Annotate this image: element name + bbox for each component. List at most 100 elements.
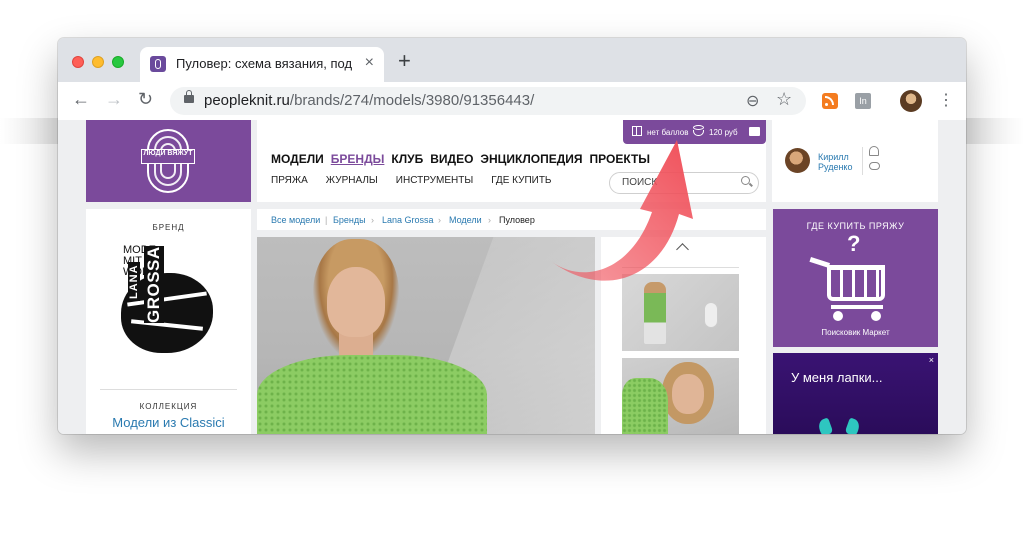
bell-icon[interactable] — [869, 146, 879, 156]
site-favicon-icon — [150, 56, 166, 72]
breadcrumb-models[interactable]: Модели — [449, 215, 482, 225]
breadcrumb-separator: › — [371, 215, 374, 225]
search-icon[interactable] — [741, 176, 750, 185]
sub-nav: ПРЯЖА ЖУРНАЛЫ ИНСТРУМЕНТЫ ГДЕ КУПИТЬ — [271, 175, 570, 186]
url-domain: peopleknit.ru — [204, 92, 290, 109]
collection-link[interactable]: Модели из Classici — [86, 415, 251, 430]
logo-text: ЛЮДИ ВЯЖУТ — [141, 149, 195, 164]
ad-close-icon[interactable]: × — [929, 355, 934, 365]
nav-yarn[interactable]: ПРЯЖА — [271, 175, 308, 186]
back-icon[interactable]: ← — [72, 89, 90, 110]
tab-title: Пуловер: схема вязания, подр — [176, 56, 352, 71]
cart-base — [831, 305, 883, 309]
nav-club[interactable]: КЛУБ — [391, 152, 423, 166]
nav-where-to-buy[interactable]: ГДЕ КУПИТЬ — [491, 175, 551, 186]
site-logo[interactable]: ЛЮДИ ВЯЖУТ — [86, 120, 251, 202]
collection-label: КОЛЛЕКЦИЯ — [139, 402, 198, 411]
user-panel: Кирилл Руденко — [772, 120, 938, 202]
points-bar[interactable]: нет баллов 120 руб — [623, 120, 766, 144]
cart-basket — [827, 265, 885, 301]
chat-icon[interactable] — [869, 162, 880, 170]
cart-icon — [809, 257, 899, 323]
url-path: /brands/274/models/3980/91356443/ — [289, 92, 535, 109]
wallet-icon[interactable] — [749, 127, 760, 136]
photo-model-face — [327, 267, 385, 337]
thumbnail-strip — [601, 237, 766, 434]
breadcrumb-separator: › — [438, 215, 441, 225]
forward-icon[interactable]: → — [105, 89, 123, 110]
reload-icon[interactable]: ↻ — [138, 89, 153, 110]
buy-panel-subtitle: Поисковик Маркет — [821, 328, 890, 337]
breadcrumb-all-models[interactable]: Все модели — [271, 215, 320, 225]
cart-wheel — [871, 311, 881, 321]
divider — [100, 389, 237, 390]
buy-panel-title: ГДЕ КУПИТЬ ПРЯЖУ — [806, 221, 905, 231]
main-nav: МОДЕЛИ БРЕНДЫ КЛУБ ВИДЕО ЭНЦИКЛОПЕДИЯ ПРОЕКТЫ — [271, 152, 657, 166]
search-field[interactable] — [609, 172, 759, 194]
breadcrumb-separator: › — [488, 215, 491, 225]
page-content: ЛЮДИ ВЯЖУТ МОДЕЛИ БРЕНДЫ КЛУБ ВИДЕО ЭНЦИКЛОП… — [58, 120, 966, 434]
nav-magazines[interactable]: ЖУРНАЛЫ — [326, 175, 378, 186]
zoom-icon[interactable]: ⊖ — [746, 91, 759, 111]
window-close-button[interactable] — [72, 56, 84, 68]
browser-window: Пуловер: схема вязания, подр × + ← → ↻ p… — [58, 38, 966, 434]
brand-logo-grossa: GROSSA — [144, 246, 164, 323]
nav-tools[interactable]: ИНСТРУМЕНТЫ — [396, 175, 473, 186]
coins-icon — [693, 125, 704, 137]
user-avatar[interactable] — [785, 148, 810, 173]
brand-panel: БРЕНД MODE MIT WOLLE LANA GROSSA КОЛЛЕКЦ… — [86, 209, 251, 434]
user-name[interactable]: Кирилл Руденко — [818, 152, 858, 172]
tab-close-icon[interactable]: × — [365, 54, 374, 72]
photo-green-sweater — [257, 355, 487, 434]
chevron-up-icon[interactable] — [676, 243, 689, 256]
thumbnail-2[interactable] — [622, 358, 739, 434]
cat-ears-icon — [819, 415, 859, 434]
extension-in-icon[interactable]: In — [855, 93, 871, 109]
thumbnail-sweater — [622, 378, 668, 434]
nav-encyclopedia[interactable]: ЭНЦИКЛОПЕДИЯ — [480, 152, 582, 166]
breadcrumb-current: Пуловер — [499, 215, 535, 225]
stage: Пуловер: схема вязания, подр × + ← → ↻ p… — [0, 0, 1024, 539]
menu-icon[interactable]: ⋮ — [938, 90, 954, 110]
thumbnail-1[interactable] — [622, 274, 739, 351]
main-photo[interactable] — [257, 237, 595, 434]
profile-avatar[interactable] — [900, 90, 922, 112]
breadcrumb: Все модели | Бренды › Lana Grossa › Моде… — [257, 209, 766, 230]
browser-tab[interactable]: Пуловер: схема вязания, подр × — [140, 47, 384, 82]
new-tab-button[interactable]: + — [398, 50, 411, 72]
url-text[interactable]: peopleknit.ru/brands/274/models/3980/913… — [204, 92, 534, 109]
nav-models[interactable]: МОДЕЛИ — [271, 152, 324, 166]
where-to-buy-panel[interactable]: ГДЕ КУПИТЬ ПРЯЖУ ? Поисковик Маркет — [773, 209, 938, 347]
balance-amount: 120 руб — [709, 128, 738, 137]
star-icon[interactable]: ☆ — [776, 89, 792, 110]
browser-toolbar: ← → ↻ peopleknit.ru/brands/274/models/39… — [58, 82, 966, 121]
brand-label: БРЕНД — [152, 223, 185, 232]
ad-text: У меня лапки... — [791, 370, 883, 385]
window-minimize-button[interactable] — [92, 56, 104, 68]
brand-logo-lana: LANA — [128, 262, 140, 301]
rss-icon[interactable] — [822, 93, 838, 109]
ad-banner[interactable]: × У меня лапки... — [773, 353, 938, 434]
backdrop-band-right — [966, 118, 1024, 144]
divider — [862, 147, 863, 175]
thumbnail-face — [672, 374, 704, 414]
lock-icon[interactable] — [184, 90, 194, 103]
address-bar[interactable]: peopleknit.ru/brands/274/models/3980/913… — [170, 87, 806, 115]
search-input[interactable] — [622, 175, 732, 190]
nav-video[interactable]: ВИДЕО — [430, 152, 473, 166]
breadcrumb-lana-grossa[interactable]: Lana Grossa — [382, 215, 434, 225]
points-status: нет баллов — [647, 128, 689, 137]
thumbnail-sign — [704, 302, 718, 328]
question-mark: ? — [847, 231, 861, 256]
divider — [622, 267, 739, 268]
breadcrumb-separator: | — [325, 215, 328, 225]
breadcrumb-brands[interactable]: Бренды — [333, 215, 366, 225]
nav-brands[interactable]: БРЕНДЫ — [331, 152, 385, 166]
nav-projects[interactable]: ПРОЕКТЫ — [590, 152, 651, 166]
gift-icon — [632, 126, 642, 136]
backdrop-band-left — [0, 118, 60, 144]
thumbnail-figure — [644, 282, 666, 344]
tab-strip: Пуловер: схема вязания, подр × + — [58, 38, 966, 82]
cart-wheel — [833, 311, 843, 321]
window-zoom-button[interactable] — [112, 56, 124, 68]
